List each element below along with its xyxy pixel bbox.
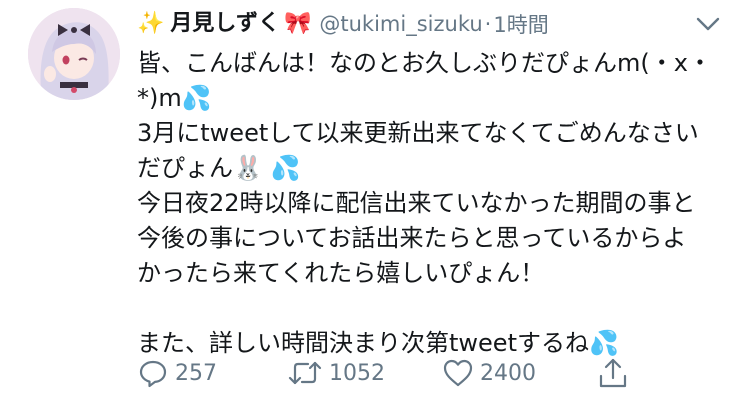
tweet-line: 今日夜22時以降に配信出来ていなかった期間の事と: [137, 189, 696, 217]
avatar[interactable]: [28, 8, 120, 100]
user-handle[interactable]: @tukimi_sizuku: [319, 12, 482, 36]
tweet-line: 3月にtweetして以来更新出来てなくてごめんなさい: [137, 119, 699, 147]
share-icon: [599, 358, 627, 388]
avatar-image: [28, 8, 120, 100]
tweet-line: 今後の事についてお話出来たらと思っているからよ: [137, 224, 687, 252]
like-icon: [443, 359, 473, 387]
share-button[interactable]: [597, 355, 629, 391]
tweet: ✨ 月見しずく 🎀 @tukimi_sizuku · 1時間 皆、こんばんは！な…: [0, 0, 750, 403]
reply-icon: [139, 360, 167, 388]
like-count: 2400: [480, 360, 536, 386]
name-prefix-emoji: ✨: [137, 11, 165, 36]
timestamp[interactable]: 1時間: [493, 9, 548, 39]
tweet-header: ✨ 月見しずく 🎀 @tukimi_sizuku · 1時間: [137, 5, 549, 43]
more-caret-icon[interactable]: [694, 12, 722, 36]
reply-button[interactable]: 257: [137, 355, 217, 391]
like-button[interactable]: 2400: [442, 355, 536, 391]
reply-count: 257: [175, 360, 217, 386]
tweet-line: 皆、こんばんは！なのとお久しぶりだぴょんm(・x・: [137, 49, 712, 77]
tweet-text: 皆、こんばんは！なのとお久しぶりだぴょんm(・x・ *)m💦 3月にtweetし…: [137, 46, 737, 361]
retweet-button[interactable]: 1052: [287, 355, 385, 391]
retweet-count: 1052: [329, 360, 385, 386]
tweet-line: だぴょん🐰 💦: [137, 154, 301, 182]
retweet-icon: [288, 361, 322, 385]
display-name[interactable]: 月見しずく: [170, 9, 280, 39]
tweet-line: *)m💦: [137, 84, 212, 112]
name-suffix-emoji: 🎀: [283, 11, 312, 36]
tweet-line: かったら来てくれたら嬉しいぴょん！: [137, 259, 545, 287]
separator-dot: ·: [484, 12, 492, 36]
tweet-actions: 257 1052 2400: [137, 355, 697, 391]
